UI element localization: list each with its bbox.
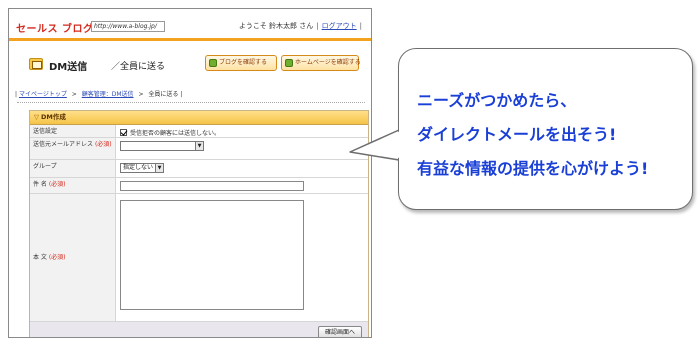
site-url: http://www.a-blog.jp/ xyxy=(91,21,165,32)
required-mark: (必須) xyxy=(48,181,66,188)
view-homepage-label: ホームページを確認する xyxy=(295,59,361,66)
page-subtitle: ／全員に送る xyxy=(111,62,166,72)
body-textarea[interactable] xyxy=(120,200,304,310)
view-blog-label: ブログを確認する xyxy=(219,59,268,66)
chevron-down-icon: ▼ xyxy=(155,164,163,172)
dm-form: ▽ DM作成 送信設定 受信拒否の顧客には送信しない。 送信元メールアドレス (必… xyxy=(29,110,369,337)
page-title: DM送信 xyxy=(49,62,88,73)
brand-logo[interactable]: セールス ブログ xyxy=(16,20,93,35)
breadcrumb-separator: > xyxy=(138,91,144,98)
logout-link[interactable]: ログアウト xyxy=(322,22,357,30)
confirm-button[interactable]: 確認画面へ xyxy=(318,326,362,337)
view-homepage-button[interactable]: ホームページを確認する xyxy=(281,55,361,71)
subject-input[interactable] xyxy=(120,181,304,191)
breadcrumb-customer-dm[interactable]: 顧客管理：DM送信 xyxy=(82,91,134,98)
callout-bubble: ニーズがつかめたら、 ダイレクトメールを出そう! 有益な情報の提供を心がけよう! xyxy=(398,48,693,210)
blog-icon xyxy=(209,59,217,67)
checkbox-label: 受信拒否の顧客には送信しない。 xyxy=(130,130,221,137)
header-bar: セールス ブログ http://www.a-blog.jp/ ようこそ 鈴木太郎… xyxy=(9,9,371,41)
label-group: グループ xyxy=(33,163,57,170)
field-value: 受信拒否の顧客には送信しない。 xyxy=(116,125,368,137)
form-row-subject: 件 名 (必須) xyxy=(30,178,368,194)
envelope-icon xyxy=(29,58,43,70)
user-welcome: ようこそ 鈴木太郎 さん | ログアウト | xyxy=(239,21,365,31)
divider: | xyxy=(359,22,362,30)
field-value: 指定しない ▼ xyxy=(116,160,368,177)
label-subject: 件 名 xyxy=(33,181,47,188)
field-value xyxy=(116,178,368,193)
field-label: 件 名 (必須) xyxy=(30,178,116,193)
app-screenshot: セールス ブログ http://www.a-blog.jp/ ようこそ 鈴木太郎… xyxy=(8,8,372,338)
breadcrumb-current: 全員に送る xyxy=(148,91,179,98)
form-footer: 確認画面へ xyxy=(30,322,368,337)
field-value: ▼ xyxy=(116,138,368,159)
label-from-address: 送信元メールアドレス xyxy=(33,141,94,148)
field-value xyxy=(116,194,368,321)
exclude-refused-checkbox[interactable] xyxy=(120,129,127,136)
required-mark: (必須) xyxy=(48,253,66,261)
group-select-value: 指定しない xyxy=(123,164,154,171)
section-title: DM作成 xyxy=(41,113,66,121)
divider: | xyxy=(316,22,319,30)
form-row-from-address: 送信元メールアドレス (必須) ▼ xyxy=(30,138,368,160)
chevron-down-icon: ▽ xyxy=(34,113,39,121)
field-label: グループ xyxy=(30,160,116,177)
home-icon xyxy=(285,59,293,67)
breadcrumb-divider: | xyxy=(15,91,18,98)
field-label: 本 文 (必須) xyxy=(30,194,116,321)
callout-line-3: 有益な情報の提供を心がけよう! xyxy=(417,159,649,178)
label-send-setting: 送信設定 xyxy=(33,128,58,135)
callout-line-2: ダイレクトメールを出そう! xyxy=(417,125,617,144)
group-select[interactable]: 指定しない ▼ xyxy=(120,163,164,173)
field-label: 送信元メールアドレス (必須) xyxy=(30,138,116,159)
chevron-down-icon: ▼ xyxy=(195,142,203,150)
required-mark: (必須) xyxy=(94,141,112,148)
breadcrumb-mypage[interactable]: マイページトップ xyxy=(19,91,67,98)
callout-line-1: ニーズがつかめたら、 xyxy=(417,91,577,110)
label-body: 本 文 xyxy=(33,253,47,261)
form-row-group: グループ 指定しない ▼ xyxy=(30,160,368,178)
page-heading: DM送信 ／全員に送る ブログを確認する ホームページを確認する xyxy=(9,53,371,79)
from-address-select[interactable]: ▼ xyxy=(120,141,204,151)
breadcrumb-separator: > xyxy=(71,91,77,98)
form-row-body: 本 文 (必須) xyxy=(30,194,368,322)
divider xyxy=(17,102,365,103)
section-header: ▽ DM作成 xyxy=(30,111,368,125)
form-row-send-setting: 送信設定 受信拒否の顧客には送信しない。 xyxy=(30,125,368,138)
welcome-text: ようこそ 鈴木太郎 さん xyxy=(238,22,314,30)
field-label: 送信設定 xyxy=(30,125,116,137)
breadcrumb: | マイページトップ > 顧客管理：DM送信 > 全員に送る | xyxy=(15,89,182,98)
breadcrumb-divider: | xyxy=(180,91,183,98)
view-blog-button[interactable]: ブログを確認する xyxy=(205,55,277,71)
